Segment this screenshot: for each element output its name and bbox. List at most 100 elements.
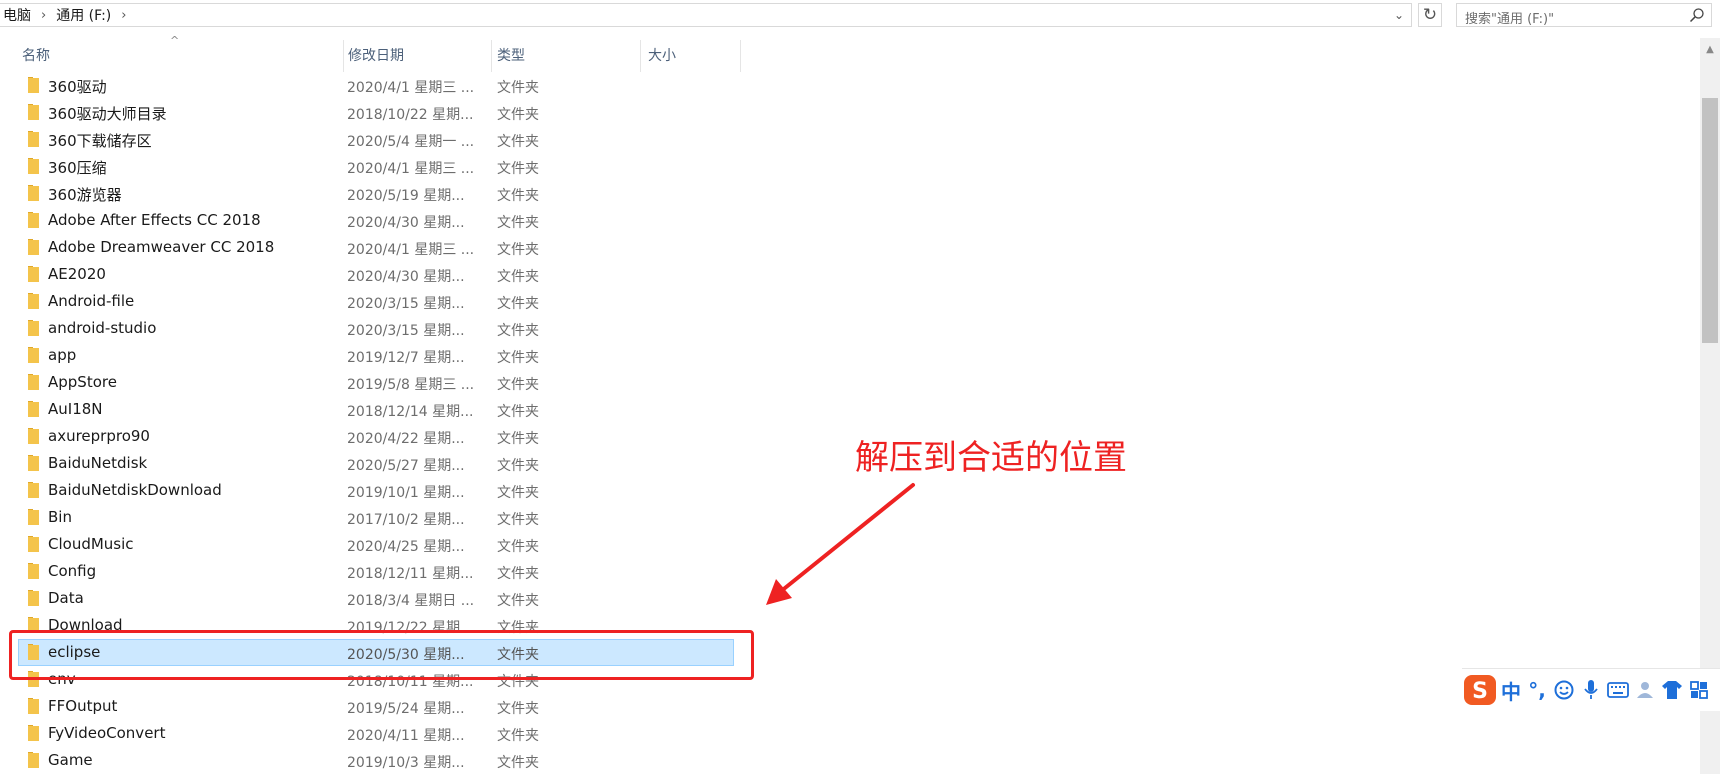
file-row[interactable]: Bin 2017/10/2 星期... 文件夹 <box>0 504 760 531</box>
file-type: 文件夹 <box>497 269 539 285</box>
file-name: Android-file <box>48 292 135 310</box>
file-type: 文件夹 <box>497 566 539 582</box>
vertical-scrollbar[interactable]: ▲ <box>1700 38 1720 774</box>
file-modified-date: 2019/10/1 星期... <box>347 485 465 501</box>
file-type: 文件夹 <box>497 377 539 393</box>
file-row[interactable]: app 2019/12/7 星期... 文件夹 <box>0 342 760 369</box>
file-name: FyVideoConvert <box>48 724 166 742</box>
file-row[interactable]: AuI18N 2018/12/14 星期... 文件夹 <box>0 396 760 423</box>
file-row[interactable]: Game 2019/10/3 星期... 文件夹 <box>0 747 760 774</box>
ime-toolbar: S 中 °, <box>1462 668 1720 711</box>
file-row[interactable]: Config 2018/12/11 星期... 文件夹 <box>0 558 760 585</box>
file-modified-date: 2020/5/27 星期... <box>347 458 465 474</box>
file-type: 文件夹 <box>497 107 539 123</box>
column-divider[interactable] <box>740 40 741 72</box>
file-name: Config <box>48 562 97 580</box>
file-type: 文件夹 <box>497 188 539 204</box>
sogou-logo-icon[interactable]: S <box>1462 675 1498 705</box>
folder-icon <box>28 482 39 498</box>
refresh-icon: ↻ <box>1422 5 1438 25</box>
file-name: 360下载储存区 <box>48 132 152 150</box>
file-modified-date: 2018/10/22 星期... <box>347 107 474 123</box>
column-header-name[interactable]: 名称 <box>14 38 344 72</box>
breadcrumb-chevron-icon[interactable]: › <box>35 8 52 23</box>
annotation-highlight-box <box>9 630 754 680</box>
file-row[interactable]: FFOutput 2019/5/24 星期... 文件夹 <box>0 693 760 720</box>
scrollbar-thumb[interactable] <box>1702 98 1718 343</box>
file-type: 文件夹 <box>497 323 539 339</box>
file-modified-date: 2018/12/11 星期... <box>347 566 474 582</box>
file-row[interactable]: android-studio 2020/3/15 星期... 文件夹 <box>0 315 760 342</box>
breadcrumb-chevron-icon[interactable]: › <box>115 8 132 23</box>
column-header-date[interactable]: 修改日期 <box>340 38 492 72</box>
file-type: 文件夹 <box>497 134 539 150</box>
file-row[interactable]: FyVideoConvert 2020/4/11 星期... 文件夹 <box>0 720 760 747</box>
file-name: Game <box>48 751 93 769</box>
file-modified-date: 2020/4/1 星期三 ... <box>347 80 475 96</box>
file-row[interactable]: AppStore 2019/5/8 星期三 ... 文件夹 <box>0 369 760 396</box>
file-row[interactable]: axureprpro90 2020/4/22 星期... 文件夹 <box>0 423 760 450</box>
file-modified-date: 2020/4/30 星期... <box>347 215 465 231</box>
file-row[interactable]: BaiduNetdiskDownload 2019/10/1 星期... 文件夹 <box>0 477 760 504</box>
file-row[interactable]: Adobe After Effects CC 2018 2020/4/30 星期.… <box>0 207 760 234</box>
refresh-button[interactable]: ↻ <box>1418 3 1442 27</box>
scroll-up-arrow-icon[interactable]: ▲ <box>1700 38 1720 60</box>
file-row[interactable]: 360下载储存区 2020/5/4 星期一 ... 文件夹 <box>0 126 760 153</box>
file-modified-date: 2020/3/15 星期... <box>347 296 465 312</box>
folder-icon <box>28 455 39 471</box>
file-type: 文件夹 <box>497 161 539 177</box>
folder-icon <box>28 320 39 336</box>
folder-icon <box>28 131 39 147</box>
file-type: 文件夹 <box>497 242 539 258</box>
folder-icon <box>28 77 39 93</box>
file-modified-date: 2020/4/25 星期... <box>347 539 465 555</box>
file-type: 文件夹 <box>497 350 539 366</box>
column-header-type-label: 类型 <box>497 48 525 64</box>
shirt-icon[interactable] <box>1658 675 1685 705</box>
file-type: 文件夹 <box>497 539 539 555</box>
breadcrumb-this-pc[interactable]: 电脑 <box>0 5 35 25</box>
file-name: AuI18N <box>48 400 103 418</box>
file-modified-date: 2020/5/4 星期一 ... <box>347 134 475 150</box>
keyboard-icon[interactable] <box>1604 675 1631 705</box>
folder-icon <box>28 347 39 363</box>
file-row[interactable]: CloudMusic 2020/4/25 星期... 文件夹 <box>0 531 760 558</box>
file-row[interactable]: Adobe Dreamweaver CC 2018 2020/4/1 星期三 ..… <box>0 234 760 261</box>
column-header-type[interactable]: 类型 <box>489 38 641 72</box>
address-history-dropdown-icon[interactable]: ⌄ <box>1390 6 1408 24</box>
file-name: app <box>48 346 77 364</box>
file-row[interactable]: 360压缩 2020/4/1 星期三 ... 文件夹 <box>0 153 760 180</box>
search-box[interactable]: 搜索"通用 (F:)" <box>1456 3 1712 27</box>
grid-menu-icon[interactable] <box>1685 675 1712 705</box>
file-row[interactable]: 360驱动大师目录 2018/10/22 星期... 文件夹 <box>0 99 760 126</box>
folder-icon <box>28 266 39 282</box>
skin-icon[interactable] <box>1631 675 1658 705</box>
microphone-icon[interactable] <box>1577 675 1604 705</box>
file-type: 文件夹 <box>497 728 539 744</box>
file-name: 360驱动 <box>48 78 107 96</box>
file-modified-date: 2019/5/24 星期... <box>347 701 465 717</box>
file-row[interactable]: BaiduNetdisk 2020/5/27 星期... 文件夹 <box>0 450 760 477</box>
search-icon[interactable] <box>1689 7 1705 23</box>
file-row[interactable]: Data 2018/3/4 星期日 ... 文件夹 <box>0 585 760 612</box>
file-row[interactable]: 360驱动 2020/4/1 星期三 ... 文件夹 <box>0 72 760 99</box>
file-type: 文件夹 <box>497 593 539 609</box>
file-row[interactable]: Android-file 2020/3/15 星期... 文件夹 <box>0 288 760 315</box>
address-bar[interactable]: 电脑 › 通用 (F:) › ⌄ <box>0 3 1412 27</box>
breadcrumb-drive-f[interactable]: 通用 (F:) <box>52 5 115 25</box>
svg-text:S: S <box>1472 679 1488 704</box>
folder-icon <box>28 212 39 228</box>
folder-icon <box>28 185 39 201</box>
sogou-logo-shape: S <box>1464 675 1496 705</box>
file-type: 文件夹 <box>497 512 539 528</box>
emoji-icon[interactable] <box>1550 675 1577 705</box>
column-header-date-label: 修改日期 <box>348 48 404 64</box>
folder-icon <box>28 401 39 417</box>
file-row[interactable]: AE2020 2020/4/30 星期... 文件夹 <box>0 261 760 288</box>
ime-language-toggle[interactable]: 中 <box>1498 675 1524 705</box>
column-header-size[interactable]: 大小 <box>640 38 740 72</box>
file-row[interactable]: 360游览器 2020/5/19 星期... 文件夹 <box>0 180 760 207</box>
file-modified-date: 2020/4/11 星期... <box>347 728 465 744</box>
file-name: AppStore <box>48 373 117 391</box>
ime-punctuation-toggle[interactable]: °, <box>1524 675 1550 705</box>
